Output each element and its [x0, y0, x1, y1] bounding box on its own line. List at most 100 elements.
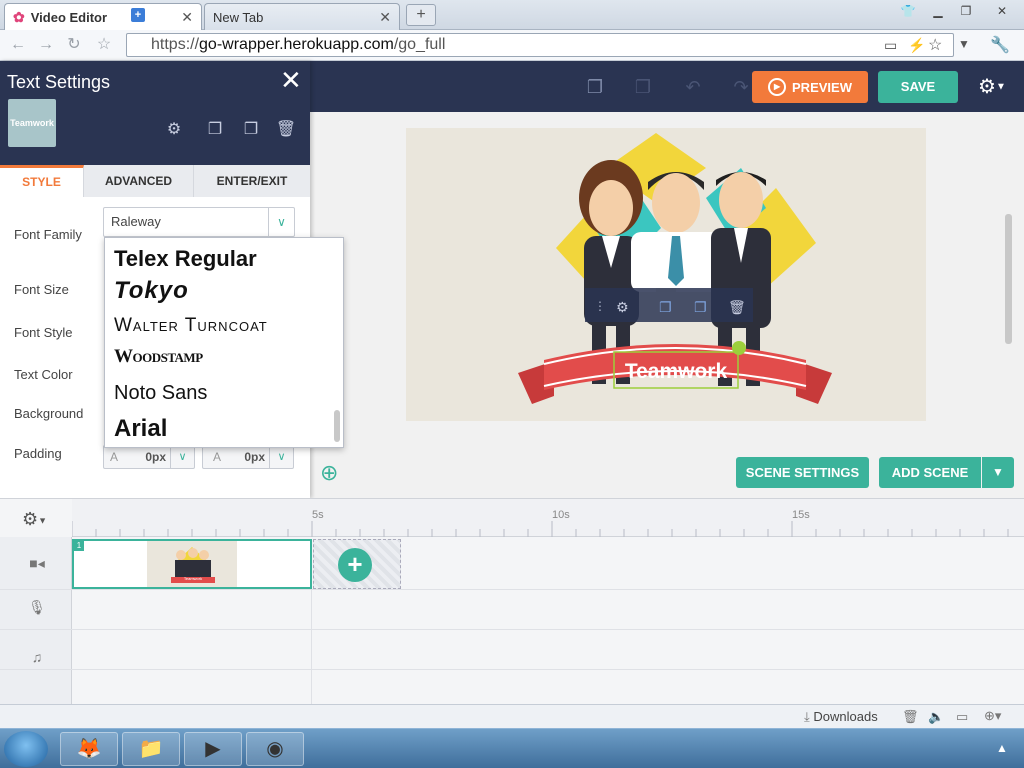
svg-text:⋮: ⋮ — [594, 299, 606, 313]
svg-text:🗑: 🗑 — [728, 300, 746, 316]
panel-tabs: STYLE ADVANCED ENTER/EXIT — [0, 165, 310, 197]
zoom-in-icon[interactable]: ⊕ — [320, 460, 346, 486]
duplicate-icon[interactable]: ❐ — [240, 119, 262, 141]
url-dropdown-icon[interactable]: ▼ — [958, 37, 970, 51]
flash-icon[interactable]: ⚡ — [908, 37, 925, 54]
music-note-icon: ♫ — [31, 649, 43, 665]
user-icon[interactable]: 👕 — [896, 2, 920, 20]
browser-toolbar: ← → ↻ ☆ https://go-wrapper.herokuapp.com… — [0, 30, 1024, 61]
text-color-label: Text Color — [14, 367, 73, 382]
tab-label: New Tab — [213, 9, 264, 25]
chevron-down-icon[interactable]: ▼ — [982, 457, 1014, 488]
window-close-icon[interactable]: ✕ — [990, 2, 1014, 20]
padding-value: 0px — [145, 450, 166, 464]
font-option[interactable]: Noto Sans — [114, 382, 207, 405]
tab-close-icon[interactable]: ✕ — [181, 9, 193, 26]
tick-label: 5s — [312, 509, 324, 521]
font-option[interactable]: Arial — [114, 415, 167, 443]
start-button[interactable] — [4, 731, 48, 767]
microphone-icon: 🎙 — [28, 599, 46, 615]
padding-vertical-input[interactable]: A 0px ∨ — [202, 445, 294, 469]
plus-icon[interactable]: + — [338, 548, 372, 582]
padding-horizontal-input[interactable]: A 0px ∨ — [103, 445, 195, 469]
save-button[interactable]: SAVE — [878, 71, 958, 103]
background-label: Background — [14, 406, 84, 421]
explorer-icon[interactable]: 📁 — [122, 732, 180, 766]
timeline-gear-icon[interactable]: ⚙▼ — [22, 509, 47, 530]
minimize-icon[interactable]: ▁ — [926, 2, 950, 20]
padding-label: Padding — [14, 446, 62, 461]
tab-video-editor[interactable]: ✿ Video Editor ✕ — [4, 3, 202, 30]
font-family-dropdown: Telex Regular Tokyo Walter Turncoat Wood… — [104, 237, 344, 448]
tab-style[interactable]: STYLE — [0, 165, 84, 197]
play-circle-icon: ▶ — [768, 78, 787, 96]
tick-label: 10s — [552, 509, 570, 521]
chrome-icon[interactable]: ◉ — [246, 732, 304, 766]
media-player-icon[interactable]: ▶ — [184, 732, 242, 766]
font-family-value: Raleway — [111, 214, 161, 229]
trash-icon[interactable]: 🗑 — [275, 119, 297, 141]
settings-gear-icon[interactable]: ⚙▼ — [978, 75, 1012, 99]
downloads-label: Downloads — [813, 709, 878, 724]
font-option[interactable]: Telex Regular — [114, 246, 257, 272]
animate-icon[interactable]: ⚙ — [163, 119, 185, 141]
downloads-button[interactable]: ⤓ Downloads — [804, 709, 878, 725]
reload-icon[interactable]: ↻ — [62, 34, 86, 56]
font-option[interactable]: Tokyo — [114, 277, 189, 305]
font-option[interactable]: Walter Turncoat — [114, 315, 268, 337]
tab-new-tab[interactable]: New Tab ✕ — [204, 3, 400, 30]
trash-icon[interactable]: 🗑 — [902, 709, 919, 725]
vertical-scrollbar[interactable] — [1005, 214, 1012, 344]
site-secure-icon: + — [131, 8, 145, 22]
preview-button[interactable]: ▶ PREVIEW — [752, 71, 868, 103]
copy-icon[interactable]: ❐ — [584, 76, 606, 98]
scene-settings-button[interactable]: SCENE SETTINGS — [736, 457, 869, 488]
add-scene-button[interactable]: ADD SCENE — [879, 457, 981, 488]
forward-icon[interactable]: → — [34, 34, 58, 56]
new-tab-button[interactable]: + — [406, 4, 436, 26]
browser-status-bar: ⤓ Downloads 🗑 🔈 ▭ ⊕▾ — [0, 704, 1024, 728]
zoom-icon[interactable]: ⊕▾ — [984, 708, 1001, 724]
close-icon[interactable]: ✕ — [280, 67, 302, 93]
window-icon[interactable]: ▭ — [956, 709, 968, 725]
wrench-icon[interactable]: 🔧 — [990, 35, 1010, 55]
add-scene-slot[interactable]: + — [313, 539, 401, 589]
tab-advanced[interactable]: ADVANCED — [84, 165, 194, 197]
redo-icon[interactable]: ↷ — [730, 76, 752, 98]
timeline: ⚙▼ 5s 10s 15s ■◂ 🎙 ♫ 1 Teamwork + — [0, 498, 1024, 705]
svg-text:❐: ❐ — [659, 300, 672, 316]
speaker-icon[interactable]: 🔈 — [928, 709, 944, 725]
ruler-ticks — [71, 521, 1009, 537]
browser-tab-strip: ✿ Video Editor ✕ New Tab ✕ + 👕 ▁ ❐ ✕ — [0, 0, 1024, 30]
chevron-down-icon: ∨ — [269, 446, 293, 468]
address-bar[interactable]: https://go-wrapper.herokuapp.com/go_full — [126, 33, 954, 57]
back-icon[interactable]: ← — [6, 34, 30, 56]
tab-enter-exit[interactable]: ENTER/EXIT — [194, 165, 310, 197]
element-toolbar: ⋮ ⚙ ❐ ❐ 🗑 — [585, 288, 753, 322]
firefox-icon[interactable]: 🦊 — [60, 732, 118, 766]
restore-icon[interactable]: ❐ — [954, 2, 978, 20]
tab-close-icon[interactable]: ✕ — [379, 9, 391, 26]
dropdown-scroll-thumb[interactable] — [334, 410, 340, 442]
clip-thumbnail: Teamwork — [147, 541, 237, 587]
tray-arrow-icon[interactable]: ▲ — [996, 741, 1008, 755]
clip-number: 1 — [74, 541, 84, 551]
track-divider — [0, 629, 1024, 630]
text-thumbnail: Teamwork — [8, 99, 56, 147]
tick-label: 15s — [792, 509, 810, 521]
font-family-select[interactable]: Raleway ∨ — [103, 207, 295, 237]
font-option[interactable]: Woodstamp — [114, 346, 203, 368]
paste-icon[interactable]: ❐ — [632, 76, 654, 98]
banner-text[interactable]: Teamwork — [614, 354, 738, 390]
copy-icon[interactable]: ❐ — [204, 119, 226, 141]
page-action-icon[interactable]: ▭ — [884, 37, 897, 54]
clip-thumb-text: Teamwork — [183, 576, 203, 581]
undo-icon[interactable]: ↶ — [682, 76, 704, 98]
timeline-ruler[interactable]: 5s 10s 15s — [71, 499, 1024, 537]
bookmark-star-icon[interactable]: ☆ — [92, 34, 116, 56]
chevron-down-icon: ∨ — [170, 446, 194, 468]
scene-clip[interactable]: 1 Teamwork — [72, 539, 312, 589]
chevron-down-icon: ∨ — [268, 208, 294, 236]
url-path: /go_full — [393, 36, 446, 53]
star-icon[interactable]: ☆ — [928, 35, 942, 55]
